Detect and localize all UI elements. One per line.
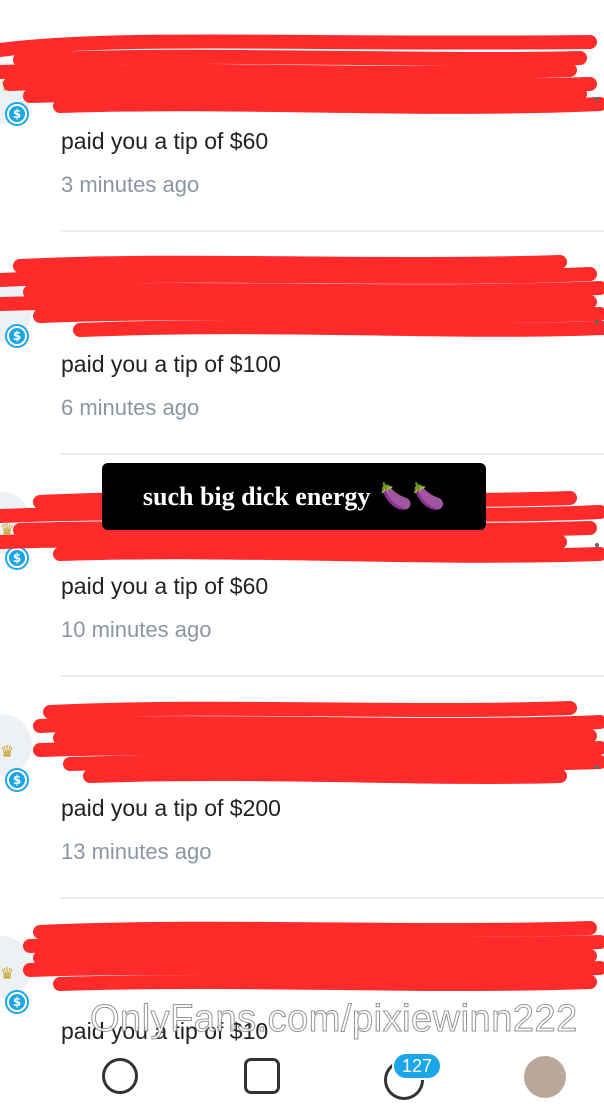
list-item[interactable]: ♛ $ paid you a tip of $60 3 minutes ago [0, 0, 604, 232]
profile-avatar[interactable] [524, 1056, 566, 1098]
search-icon[interactable] [102, 1058, 138, 1094]
notifications-feed: ♛ $ paid you a tip of $60 3 minutes ago … [0, 0, 604, 1080]
bottom-tab-bar [0, 1040, 604, 1100]
list-item[interactable]: ♛ $ paid you a tip of $100 6 minutes ago [0, 222, 604, 455]
redacted-username [0, 255, 604, 337]
tip-text: paid you a tip of $60 [61, 128, 269, 154]
tip-text: paid you a tip of $200 [61, 795, 281, 821]
timestamp: 13 minutes ago [61, 839, 212, 864]
timestamp: 10 minutes ago [61, 617, 212, 642]
watermark: OnlyFans.com/pixiewinn222 [90, 998, 578, 1041]
redacted-username [33, 701, 604, 784]
caption-text: such big dick energy [142, 481, 371, 511]
redacted-username [23, 921, 604, 991]
more-icon[interactable] [595, 765, 599, 769]
caption-sticker: such big dick energy 🍆🍆 [102, 463, 486, 530]
more-icon[interactable] [595, 320, 599, 324]
tip-text: paid you a tip of $100 [61, 351, 281, 377]
add-post-icon[interactable] [244, 1058, 280, 1094]
timestamp: 6 minutes ago [61, 395, 200, 420]
messages-count-badge: 127 [392, 1052, 442, 1080]
tip-text: paid you a tip of $60 [61, 573, 269, 599]
more-icon[interactable] [595, 543, 599, 547]
redacted-username [0, 34, 604, 114]
timestamp: 3 minutes ago [61, 172, 200, 197]
eggplant-icon: 🍆🍆 [380, 481, 446, 512]
list-item[interactable]: ♛ $ paid you a tip of $200 13 minutes ag… [0, 666, 604, 899]
more-icon[interactable] [595, 97, 599, 101]
